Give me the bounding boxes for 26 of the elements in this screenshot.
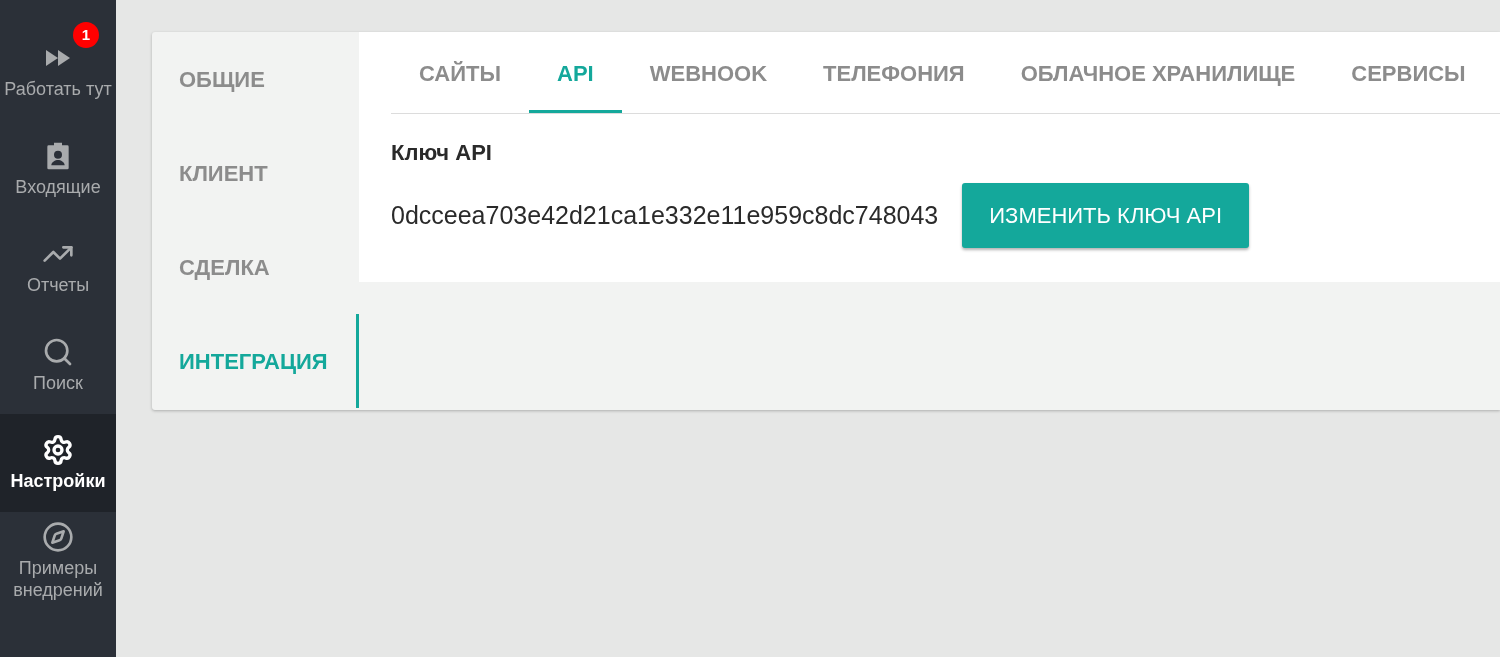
tab[interactable]: СЕРВИСЫ	[1323, 32, 1494, 113]
sidebar-label: Примеры внедрений	[12, 557, 104, 601]
tab[interactable]: САЙТЫ	[391, 32, 530, 113]
sidebar-item[interactable]: Входящие	[0, 120, 116, 218]
sidebar-item[interactable]: Настройки	[0, 414, 116, 512]
sidebar-item[interactable]: Поиск	[0, 316, 116, 414]
sidebar-item[interactable]: Работать тут 1	[0, 22, 116, 120]
sidebar-label: Входящие	[15, 176, 101, 198]
section-tab[interactable]: ИНТЕГРАЦИЯ	[152, 314, 359, 408]
tab[interactable]: API	[529, 32, 622, 113]
sidebar-item[interactable]: Отчеты	[0, 218, 116, 316]
api-key-title: Ключ API	[391, 139, 493, 167]
api-key-value: 0dcceea703e42d21ca1e332e11e959c8dc748043	[391, 199, 939, 231]
sidebar-label: Поиск	[33, 372, 83, 394]
section-tab[interactable]: КЛИЕНТ	[152, 126, 359, 220]
sidebar-label: Работать тут	[4, 78, 112, 100]
sidebar-label: Отчеты	[26, 274, 90, 296]
change-api-key-button[interactable]: ИЗМЕНИТЬ КЛЮЧ API	[962, 183, 1250, 248]
section-tab[interactable]: ОБЩИЕ	[152, 32, 359, 126]
tab[interactable]: ОБЛАЧНОЕ ХРАНИЛИЩЕ	[992, 32, 1324, 113]
tab[interactable]: WEBHOOK	[621, 32, 796, 113]
sidebar-label: Настройки	[10, 470, 106, 492]
section-tab[interactable]: СДЕЛКА	[152, 220, 359, 314]
sidebar-item[interactable]: Примеры внедрений	[0, 512, 116, 610]
notification-badge: 1	[73, 22, 99, 48]
tab[interactable]: ТЕЛЕФОНИЯ	[795, 32, 993, 113]
